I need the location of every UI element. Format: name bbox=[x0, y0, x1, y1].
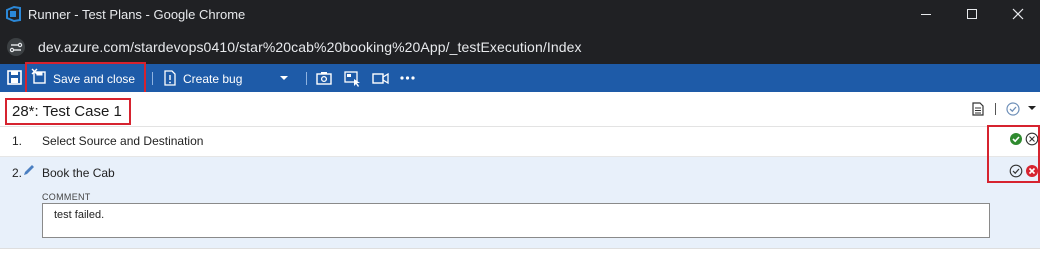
create-bug-label: Create bug bbox=[183, 72, 243, 86]
toolbar-divider bbox=[152, 72, 153, 85]
annotation-highlight bbox=[987, 125, 1040, 183]
close-button[interactable] bbox=[995, 0, 1040, 29]
azure-devops-icon bbox=[6, 5, 21, 23]
screenshot-icon bbox=[316, 72, 332, 85]
site-info-icon[interactable] bbox=[6, 37, 26, 57]
close-icon bbox=[1012, 8, 1024, 20]
comment-input[interactable]: test failed. bbox=[42, 203, 990, 238]
address-bar[interactable]: dev.azure.com/stardevops0410/star%20cab%… bbox=[0, 29, 1040, 64]
capture-actions-button[interactable] bbox=[342, 64, 362, 92]
save-button[interactable] bbox=[6, 64, 24, 92]
maximize-button[interactable] bbox=[949, 0, 995, 29]
minimize-icon bbox=[921, 14, 931, 15]
comment-text[interactable]: test failed. bbox=[54, 209, 104, 221]
window-titlebar: Runner - Test Plans - Google Chrome bbox=[0, 0, 1040, 29]
test-case-header bbox=[0, 92, 1040, 127]
annotation-highlight bbox=[5, 98, 131, 125]
maximize-icon bbox=[967, 9, 977, 19]
capture-actions-icon bbox=[344, 71, 360, 87]
create-bug-button[interactable]: Create bug bbox=[160, 64, 300, 92]
step-text: Book the Cab bbox=[42, 166, 115, 180]
minimize-button[interactable] bbox=[903, 0, 949, 29]
comment-label: COMMENT bbox=[42, 192, 91, 202]
document-icon[interactable] bbox=[970, 101, 986, 117]
annotation-highlight bbox=[25, 62, 146, 94]
bug-icon bbox=[164, 70, 176, 86]
toolbar-divider bbox=[306, 72, 307, 85]
step-text: Select Source and Destination bbox=[42, 134, 204, 148]
screenshot-button[interactable] bbox=[314, 64, 334, 92]
record-video-icon bbox=[372, 72, 389, 85]
step-number: 2. bbox=[12, 166, 23, 180]
test-outcome-icon[interactable] bbox=[1005, 101, 1021, 117]
edit-pencil-icon bbox=[24, 165, 34, 175]
header-divider bbox=[995, 103, 996, 115]
divider bbox=[0, 248, 1040, 249]
more-icon bbox=[400, 76, 415, 80]
save-icon bbox=[7, 70, 22, 85]
url-text[interactable]: dev.azure.com/stardevops0410/star%20cab%… bbox=[38, 39, 582, 55]
more-actions-button[interactable] bbox=[398, 64, 418, 92]
runner-toolbar: Save and close Create bug bbox=[0, 64, 1040, 92]
window-title: Runner - Test Plans - Google Chrome bbox=[28, 7, 246, 22]
record-video-button[interactable] bbox=[370, 64, 390, 92]
dropdown-icon[interactable] bbox=[278, 64, 290, 92]
step-number: 1. bbox=[12, 134, 23, 148]
chevron-down-icon[interactable] bbox=[1027, 101, 1037, 117]
